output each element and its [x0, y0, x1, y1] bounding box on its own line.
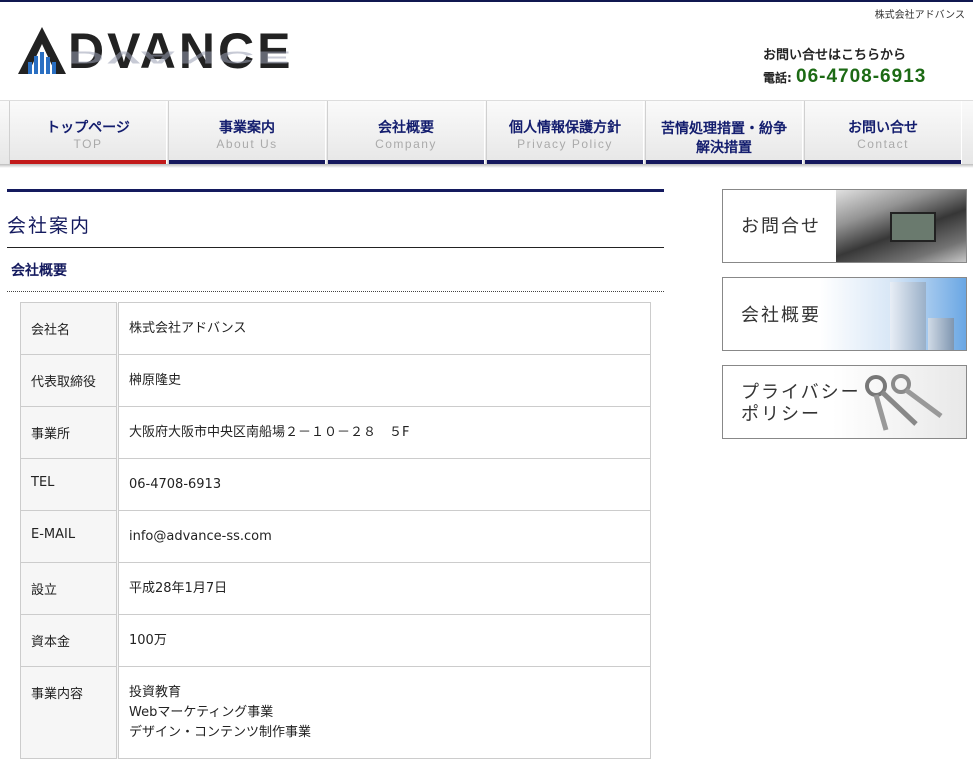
- nav-sublabel: TOP: [73, 137, 103, 151]
- row-label: 資本金: [20, 614, 119, 667]
- nav-contact[interactable]: お問い合せ Contact: [804, 101, 962, 165]
- row-value: 平成28年1月7日: [117, 562, 651, 615]
- nav-sublabel: Privacy Policy: [517, 137, 613, 151]
- nav-privacy[interactable]: 個人情報保護方針 Privacy Policy: [486, 101, 644, 165]
- nav-label: お問い合せ: [848, 120, 918, 136]
- nav-sublabel: Contact: [857, 137, 909, 151]
- row-label: 代表取締役: [20, 354, 119, 407]
- table-row: 事業所 大阪府大阪市中央区南船場２－１０－２８ ５F: [20, 406, 651, 459]
- section-title: 会社概要: [7, 260, 664, 292]
- banner-label: 会社概要: [741, 305, 821, 326]
- table-row: 会社名 株式会社アドバンス: [20, 302, 651, 355]
- nav-about[interactable]: 事業案内 About Us: [168, 101, 326, 165]
- contact-tel: 電話: 06-4708-6913: [763, 66, 926, 88]
- company-table: 会社名 株式会社アドバンス 代表取締役 榊原隆史 事業所 大阪府大阪市中央区南船…: [20, 302, 651, 759]
- row-value: 榊原隆史: [117, 354, 651, 407]
- logo-mountain-icon: [18, 27, 66, 74]
- main-content: 会社案内 会社概要 会社名 株式会社アドバンス 代表取締役 榊原隆史 事業所 大…: [7, 189, 664, 759]
- banner-label: お問合せ: [741, 216, 821, 237]
- row-label: 事業所: [20, 406, 119, 459]
- sidebar-company-banner[interactable]: 会社概要: [722, 277, 967, 351]
- sidebar-privacy-banner[interactable]: プライバシー ポリシー: [722, 365, 967, 439]
- sidebar-contact-banner[interactable]: お問合せ: [722, 189, 967, 263]
- page-title: 会社案内: [7, 189, 664, 248]
- table-row: 代表取締役 榊原隆史: [20, 354, 651, 407]
- table-row: TEL 06-4708-6913: [20, 458, 651, 511]
- advance-logo[interactable]: DVANCE DVANCE: [16, 24, 321, 84]
- business-item: 投資教育: [129, 685, 182, 700]
- nav-sublabel: About Us: [216, 137, 278, 151]
- row-label: 事業内容: [20, 666, 119, 759]
- keys-icon: [865, 374, 943, 431]
- tel-label: 電話:: [763, 71, 792, 85]
- table-row: 設立 平成28年1月7日: [20, 562, 651, 615]
- row-label: E-MAIL: [20, 510, 119, 563]
- business-item: デザイン・コンテンツ制作事業: [129, 725, 312, 740]
- business-item: Webマーケティング事業: [129, 705, 274, 720]
- nav-shadow: [0, 164, 973, 168]
- row-value: 株式会社アドバンス: [117, 302, 651, 355]
- row-label: 設立: [20, 562, 119, 615]
- nav-label-line2: 解決措置: [696, 140, 752, 156]
- row-label: TEL: [20, 458, 119, 511]
- nav-top[interactable]: トップページ TOP: [9, 101, 167, 165]
- row-value: 100万: [117, 614, 651, 667]
- global-nav: トップページ TOP 事業案内 About Us 会社概要 Company 個人…: [0, 100, 973, 166]
- nav-complaints[interactable]: 苦情処理措置・紛争 解決措置: [645, 101, 803, 165]
- top-border: [0, 0, 973, 2]
- table-row: 事業内容 投資教育 Webマーケティング事業 デザイン・コンテンツ制作事業: [20, 666, 651, 759]
- logo-reflection: DVANCE: [68, 47, 294, 68]
- nav-label: 会社概要: [378, 120, 434, 136]
- row-value: 大阪府大阪市中央区南船場２－１０－２８ ５F: [117, 406, 651, 459]
- row-value-list: 投資教育 Webマーケティング事業 デザイン・コンテンツ制作事業: [117, 666, 651, 759]
- building-image: [890, 282, 926, 350]
- phone-screen-icon: [890, 212, 936, 242]
- banner-label-line1: プライバシー: [741, 382, 861, 403]
- table-row: 資本金 100万: [20, 614, 651, 667]
- nav-company[interactable]: 会社概要 Company: [327, 101, 485, 165]
- header-company-name: 株式会社アドバンス: [874, 10, 965, 21]
- nav-sublabel: Company: [375, 137, 437, 151]
- row-value: 06-4708-6913: [117, 458, 651, 511]
- banner-label-line2: ポリシー: [741, 404, 821, 425]
- email-link[interactable]: info@advance-ss.com: [117, 510, 651, 563]
- nav-label: 苦情処理措置・紛争: [661, 121, 787, 137]
- header-contact: お問い合せはこちらから 電話: 06-4708-6913: [763, 44, 926, 88]
- nav-label: 事業案内: [219, 120, 275, 136]
- nav-label: 個人情報保護方針: [509, 120, 621, 136]
- row-label: 会社名: [20, 302, 119, 355]
- building-image: [928, 318, 954, 350]
- contact-lead: お問い合せはこちらから: [763, 48, 907, 63]
- nav-label: トップページ: [46, 120, 130, 136]
- table-row: E-MAIL info@advance-ss.com: [20, 510, 651, 563]
- tel-number[interactable]: 06-4708-6913: [796, 66, 926, 87]
